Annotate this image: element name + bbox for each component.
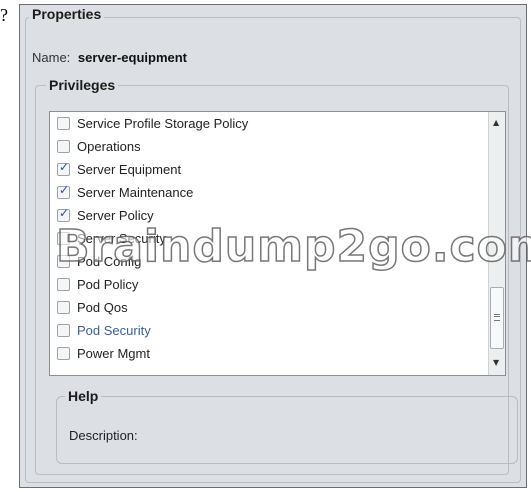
properties-panel: Properties Name: server-equipment Privil…	[19, 4, 531, 488]
privilege-item-server-security[interactable]: Server Security	[57, 227, 166, 250]
privilege-label: Pod Config	[77, 254, 142, 269]
privilege-item-pod-config[interactable]: Pod Config	[57, 250, 141, 273]
properties-title: Properties	[29, 6, 105, 22]
privilege-item-pod-policy[interactable]: Pod Policy	[57, 273, 138, 296]
down-arrow-icon[interactable]: ▼	[493, 358, 499, 367]
name-label: Name:	[32, 50, 71, 65]
privilege-item-server-maintenance[interactable]: Server Maintenance	[57, 181, 193, 204]
checkbox-icon[interactable]	[57, 183, 70, 199]
name-value: server-equipment	[77, 50, 188, 65]
privilege-label: Pod Qos	[77, 300, 128, 315]
privilege-item-pod-security[interactable]: Pod Security	[57, 319, 151, 342]
scrollbar-thumb[interactable]	[490, 287, 504, 349]
checkbox-icon[interactable]	[57, 160, 70, 176]
privilege-label: Pod Security	[77, 323, 151, 338]
checkbox-icon[interactable]	[57, 324, 70, 337]
privilege-label: Service Profile Storage Policy	[77, 116, 249, 131]
privilege-label: Power Mgmt	[77, 346, 150, 361]
checkbox-icon[interactable]	[57, 255, 70, 268]
privilege-label: Server Security	[77, 231, 166, 246]
privilege-item-service-profile-storage-policy[interactable]: Service Profile Storage Policy	[57, 112, 248, 135]
privilege-label: Server Maintenance	[77, 185, 194, 200]
privilege-item-operations[interactable]: Operations	[57, 135, 141, 158]
privilege-item-pod-qos[interactable]: Pod Qos	[57, 296, 128, 319]
privilege-label: Server Policy	[77, 208, 154, 223]
privileges-list[interactable]: Service Profile Storage Policy Operation…	[49, 111, 506, 376]
checkbox-icon[interactable]	[57, 117, 70, 130]
privileges-scrollbar[interactable]: ▲ ▼	[488, 112, 505, 375]
checkbox-icon[interactable]	[57, 232, 70, 245]
privilege-label: Pod Policy	[77, 277, 139, 292]
grip-icon	[494, 314, 500, 321]
checkbox-icon[interactable]	[57, 140, 70, 153]
checkbox-icon[interactable]	[57, 301, 70, 314]
name-row: Name: server-equipment	[32, 50, 187, 65]
privilege-label: Server Equipment	[77, 162, 182, 177]
help-description-label: Description:	[69, 428, 138, 443]
stray-question-mark: ?	[0, 5, 8, 25]
checkbox-icon[interactable]	[57, 347, 70, 360]
privilege-label: Operations	[77, 139, 141, 154]
up-arrow-icon[interactable]: ▲	[493, 118, 499, 127]
checkbox-icon[interactable]	[57, 278, 70, 291]
privilege-item-server-equipment[interactable]: Server Equipment	[57, 158, 181, 181]
privilege-item-power-mgmt[interactable]: Power Mgmt	[57, 342, 150, 365]
privileges-title: Privileges	[46, 77, 119, 93]
checkbox-icon[interactable]	[57, 206, 70, 222]
help-title: Help	[65, 388, 102, 404]
privilege-item-server-policy[interactable]: Server Policy	[57, 204, 154, 227]
